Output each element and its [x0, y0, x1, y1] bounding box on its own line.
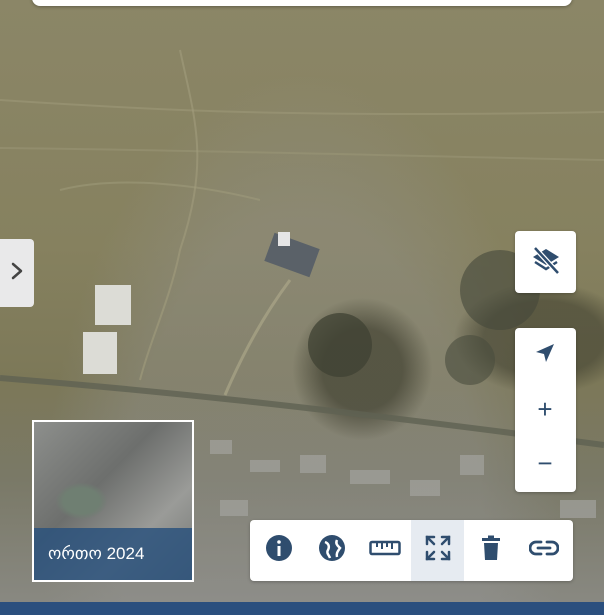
navigation-arrow-icon — [534, 342, 556, 369]
search-bar[interactable] — [32, 0, 572, 6]
chevron-right-icon — [10, 262, 24, 285]
globe-icon — [318, 534, 346, 567]
fullscreen-icon — [424, 534, 452, 567]
link-icon — [528, 539, 559, 562]
side-panel-toggle-button[interactable] — [0, 239, 34, 307]
trash-icon — [480, 535, 502, 566]
zoom-in-button[interactable]: + — [515, 382, 575, 436]
info-icon — [265, 534, 293, 567]
locate-button[interactable] — [515, 328, 575, 382]
bottom-bar — [0, 602, 604, 615]
globe-button[interactable] — [305, 520, 358, 581]
delete-button[interactable] — [464, 520, 517, 581]
layers-off-icon — [530, 244, 562, 281]
info-button[interactable] — [252, 520, 305, 581]
share-link-button[interactable] — [517, 520, 570, 581]
basemap-label: ორთო 2024 — [34, 528, 192, 580]
zoom-out-button[interactable]: − — [515, 436, 575, 490]
navigation-controls: + − — [515, 328, 576, 492]
basemap-switcher[interactable]: ორთო 2024 — [32, 420, 194, 582]
ruler-icon — [368, 538, 401, 563]
toggle-layers-button[interactable] — [515, 231, 576, 293]
map-toolbar — [250, 520, 573, 581]
fullscreen-button[interactable] — [411, 520, 464, 581]
measure-button[interactable] — [358, 520, 411, 581]
